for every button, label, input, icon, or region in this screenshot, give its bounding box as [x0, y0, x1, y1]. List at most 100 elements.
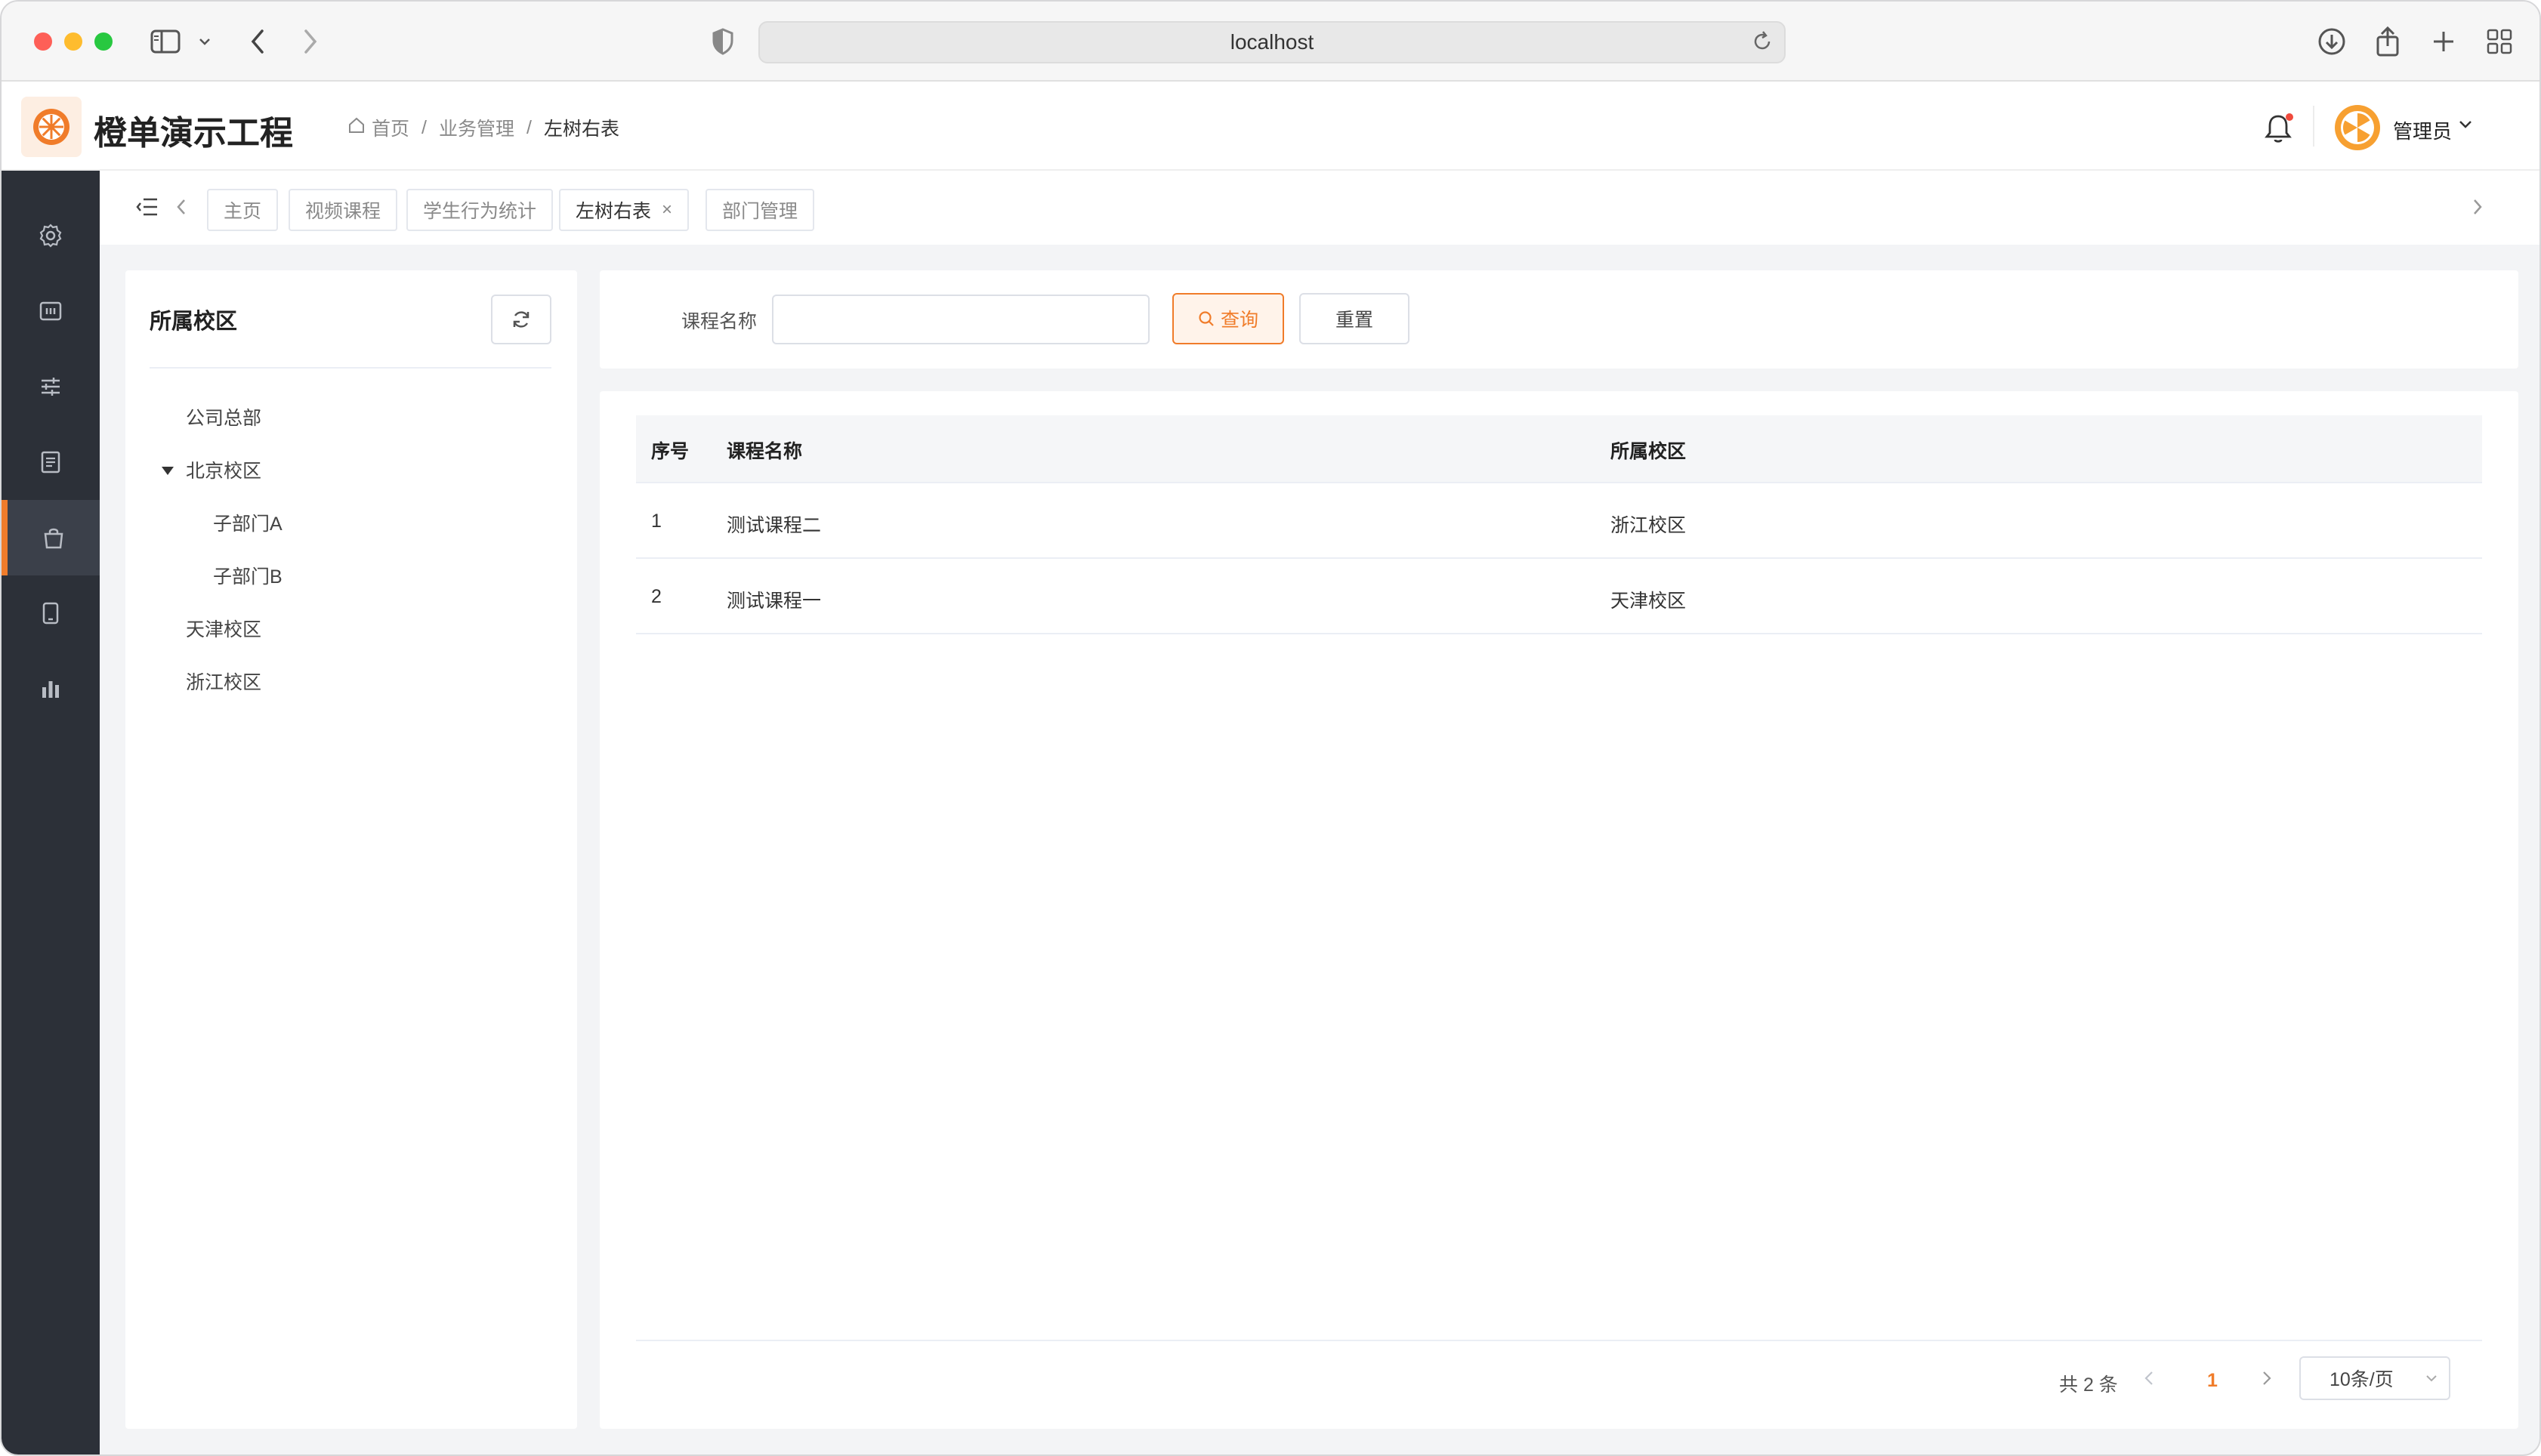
tab-video-courses[interactable]: 视频课程	[289, 189, 398, 231]
tab-label: 学生行为统计	[423, 201, 537, 222]
close-window-button[interactable]	[34, 32, 52, 51]
cell-course-name: 测试课程二	[727, 515, 822, 536]
course-name-label: 课程名称	[681, 311, 758, 332]
column-header-campus: 所属校区	[1610, 441, 1687, 462]
column-header-course-name: 课程名称	[727, 441, 803, 462]
tree-node-zhejiang[interactable]: 浙江校区	[186, 668, 261, 695]
chevron-down-icon[interactable]	[2458, 119, 2473, 134]
search-panel: 课程名称 查询 重置	[600, 270, 2518, 369]
app-title: 橙单演示工程	[94, 115, 293, 152]
query-button[interactable]: 查询	[1172, 293, 1284, 344]
tree-panel: 所属校区 公司总部 北京校区 子部门A 子部门B 天津校区 浙江校区	[125, 270, 577, 1429]
cell-campus: 天津校区	[1610, 591, 1687, 612]
tree-node-beijing[interactable]: 北京校区	[186, 456, 261, 483]
refresh-icon	[513, 311, 530, 328]
user-name[interactable]: 管理员	[2393, 116, 2452, 144]
tab-overview-icon[interactable]	[2482, 24, 2517, 59]
table-panel: 序号 课程名称 所属校区 1 测试课程二 浙江校区 2 测试课程一 天津校区 共…	[600, 391, 2518, 1429]
sidebar-item-adjust[interactable]	[2, 349, 100, 424]
orange-logo-icon	[33, 109, 69, 145]
gear-icon	[39, 224, 62, 248]
sidebar-item-dashboard[interactable]	[2, 273, 100, 349]
sliders-icon	[42, 378, 60, 396]
app-header: 橙单演示工程 首页 / 业务管理 / 左树右表 管理员	[2, 82, 2539, 171]
tree-node-sub-b[interactable]: 子部门B	[213, 562, 283, 589]
avatar[interactable]	[2334, 104, 2381, 151]
pagination-page-current[interactable]: 1	[2207, 1370, 2218, 1392]
cell-course-name: 测试课程一	[727, 591, 822, 612]
browser-window: localhost 橙单演示工程 首页 / 业务管理 / 左树右表 管理员 主页…	[0, 0, 2541, 1456]
tabs-scroll-right-icon[interactable]	[2472, 198, 2484, 220]
collapse-menu-icon[interactable]	[136, 196, 159, 221]
sidebar-item-device[interactable]	[2, 575, 100, 651]
page-size-select[interactable]: 10条/页	[2299, 1356, 2450, 1400]
forward-arrow-icon[interactable]	[293, 24, 328, 59]
privacy-shield-icon[interactable]	[705, 24, 740, 59]
cell-index: 1	[651, 511, 662, 532]
breadcrumb-business[interactable]: 业务管理	[439, 114, 514, 141]
close-icon[interactable]: ×	[662, 199, 672, 221]
table-header: 序号 课程名称 所属校区	[636, 415, 2482, 483]
refresh-button[interactable]	[491, 295, 551, 344]
reset-button[interactable]: 重置	[1299, 293, 1409, 344]
breadcrumb-home[interactable]: 首页	[372, 114, 409, 141]
chevron-down-icon	[2425, 1368, 2438, 1395]
cell-campus: 浙江校区	[1610, 515, 1687, 536]
table-row[interactable]: 1 测试课程二 浙江校区	[636, 483, 2482, 559]
query-button-label: 查询	[1220, 310, 1258, 331]
table-row[interactable]: 2 测试课程一 天津校区	[636, 559, 2482, 634]
reset-button-label: 重置	[1335, 310, 1373, 331]
tab-label: 左树右表	[576, 201, 652, 222]
tab-label: 主页	[224, 201, 262, 222]
tab-tree-table[interactable]: 左树右表 ×	[559, 189, 690, 231]
breadcrumb: 首页 / 业务管理 / 左树右表	[347, 114, 619, 141]
pagination-total: 共 2 条	[2059, 1374, 2118, 1396]
table-footer-divider	[636, 1340, 2482, 1341]
header-divider	[2313, 106, 2314, 147]
sidebar-item-statistics[interactable]	[2, 651, 100, 726]
back-arrow-icon[interactable]	[240, 24, 275, 59]
sidebar-toggle-icon[interactable]	[148, 24, 183, 59]
zoom-window-button[interactable]	[94, 32, 113, 51]
tree-divider	[150, 367, 551, 369]
share-icon[interactable]	[2370, 24, 2405, 59]
tab-label: 视频课程	[305, 201, 381, 222]
column-header-index: 序号	[651, 441, 690, 462]
sidebar-item-documents[interactable]	[2, 424, 100, 500]
notification-dot	[2286, 113, 2293, 121]
home-icon[interactable]	[347, 116, 366, 140]
page-size-value: 10条/页	[2330, 1369, 2394, 1390]
pagination-next-icon[interactable]	[2262, 1368, 2272, 1393]
tree-node-headquarters[interactable]: 公司总部	[186, 403, 261, 430]
pagination-prev-icon[interactable]	[2144, 1368, 2154, 1393]
minimize-window-button[interactable]	[64, 32, 82, 51]
sidebar-item-settings[interactable]	[2, 198, 100, 273]
bar-chart-icon	[42, 681, 59, 698]
tree-node-tianjin[interactable]: 天津校区	[186, 615, 261, 642]
tab-student-behavior[interactable]: 学生行为统计	[406, 189, 554, 231]
tab-department[interactable]: 部门管理	[705, 189, 815, 231]
downloads-icon[interactable]	[2314, 24, 2349, 59]
tab-label: 部门管理	[722, 201, 798, 222]
new-tab-icon[interactable]	[2426, 24, 2461, 59]
course-name-input[interactable]	[772, 295, 1150, 344]
reload-icon[interactable]	[1751, 30, 1774, 58]
app-logo	[21, 97, 82, 157]
breadcrumb-current: 左树右表	[543, 119, 619, 140]
tab-home[interactable]: 主页	[207, 189, 279, 231]
tree-node-sub-a[interactable]: 子部门A	[213, 509, 283, 536]
chevron-down-icon[interactable]	[187, 24, 222, 59]
expand-caret-icon[interactable]	[162, 467, 174, 475]
sidebar	[2, 171, 100, 1454]
notification-bell-icon[interactable]	[2262, 112, 2295, 145]
tabs-scroll-left-icon[interactable]	[175, 198, 187, 220]
tree-title: 所属校区	[150, 310, 238, 334]
breadcrumb-separator: /	[421, 116, 427, 138]
cell-index: 2	[651, 586, 662, 607]
browser-toolbar: localhost	[2, 2, 2539, 82]
tabs-bar: 主页 视频课程 学生行为统计 左树右表 × 部门管理	[100, 171, 2539, 245]
document-icon	[41, 451, 60, 474]
tablet-icon	[42, 602, 59, 625]
address-bar[interactable]: localhost	[758, 21, 1786, 63]
sidebar-item-business[interactable]	[2, 500, 100, 575]
